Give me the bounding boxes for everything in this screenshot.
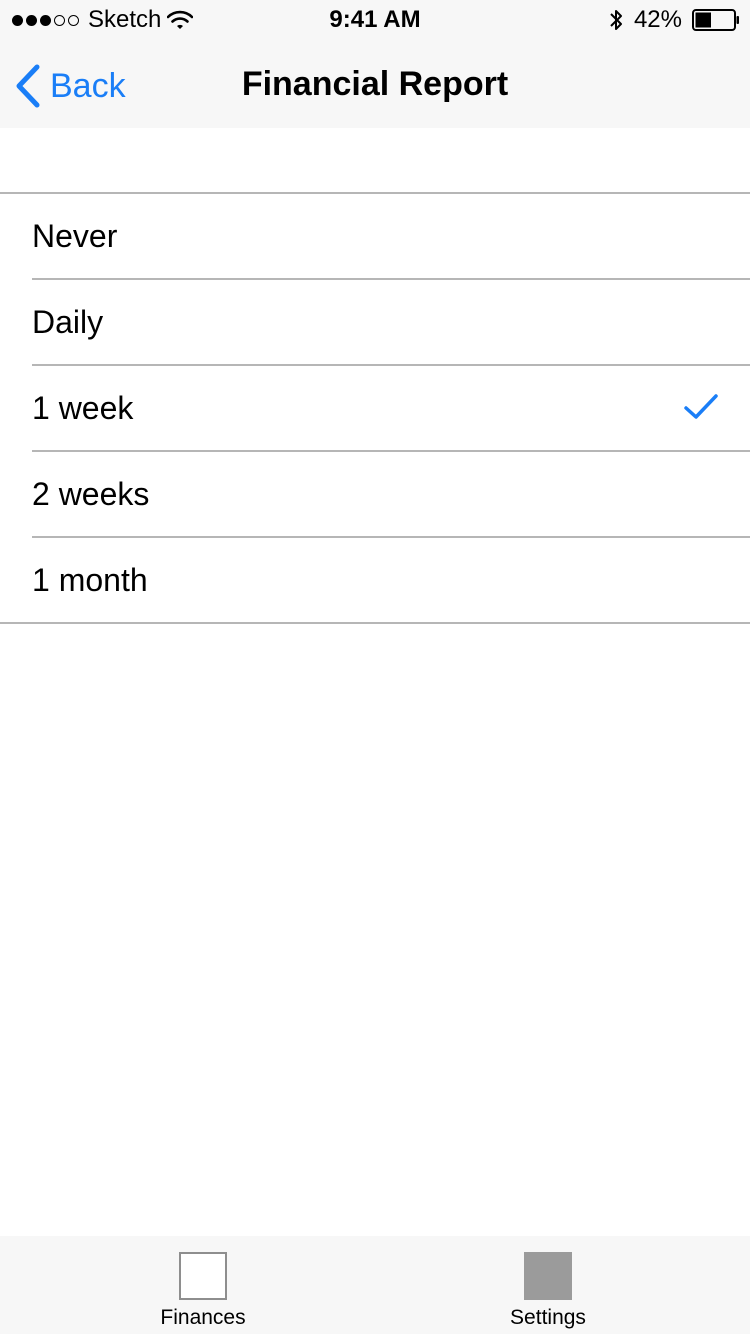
- tab-settings[interactable]: Settings: [448, 1236, 648, 1334]
- option-label: 2 weeks: [32, 475, 150, 512]
- back-button[interactable]: Back: [14, 64, 126, 108]
- frequency-options-list: Never Daily 1 week 2 weeks 1 month: [0, 192, 750, 624]
- option-daily[interactable]: Daily: [0, 278, 750, 364]
- bluetooth-icon: [610, 10, 622, 30]
- tab-label: Settings: [510, 1306, 586, 1329]
- option-label: 1 week: [32, 389, 134, 426]
- tab-label: Finances: [160, 1306, 246, 1329]
- option-never[interactable]: Never: [0, 194, 750, 278]
- tab-finances[interactable]: Finances: [103, 1236, 303, 1334]
- tab-bar: Finances Settings: [0, 1236, 750, 1334]
- finances-icon: [179, 1252, 227, 1300]
- battery-icon: [692, 9, 739, 31]
- status-bar: Sketch 9:41 AM 42%: [0, 0, 750, 40]
- option-1-week[interactable]: 1 week: [0, 364, 750, 450]
- navigation-bar: Back Financial Report: [0, 40, 750, 128]
- back-label: Back: [50, 66, 126, 105]
- checkmark-icon: [684, 394, 718, 419]
- option-label: Never: [32, 217, 118, 254]
- option-2-weeks[interactable]: 2 weeks: [0, 450, 750, 536]
- battery-percent: 42%: [633, 6, 682, 33]
- option-label: 1 month: [32, 561, 148, 598]
- option-1-month[interactable]: 1 month: [0, 536, 750, 622]
- status-right: 42%: [608, 6, 740, 34]
- battery-fill: [695, 12, 711, 28]
- option-label: Daily: [32, 303, 104, 340]
- settings-icon: [524, 1252, 572, 1300]
- chevron-left-icon: [16, 64, 40, 108]
